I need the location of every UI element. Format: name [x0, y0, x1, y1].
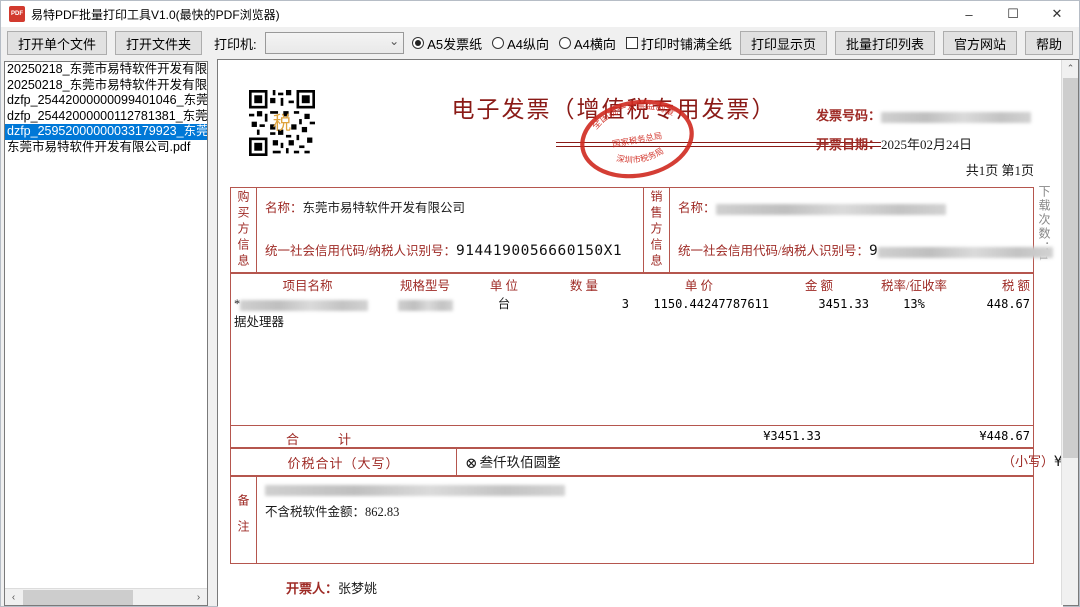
radio-a4-portrait-icon [492, 37, 504, 49]
table-row: * 台 3 1150.44247787611 3451.33 13% 448.6… [231, 295, 1033, 313]
maximize-button[interactable]: ☐ [991, 1, 1035, 27]
tax-bureau-stamp: 全国统一发票监制章 国家税务总局 深圳市税务局 [576, 96, 698, 182]
radio-a4-landscape-icon [559, 37, 571, 49]
invoice-page: 税 电子发票（增值税专用发票） 全国统一发票监制章 国家税务总局 深圳市税务局 … [218, 60, 1063, 607]
minimize-button[interactable]: – [947, 1, 991, 27]
paper-options: A5发票纸 A4纵向 A4横向 打印时铺满全纸 [412, 34, 732, 53]
scrollbar-thumb[interactable] [1063, 78, 1078, 458]
redacted-seller-taxid [878, 247, 1053, 258]
open-folder-button[interactable]: 打开文件夹 [115, 31, 202, 55]
list-item[interactable]: 20250218_东莞市易特软件开发有限 [5, 62, 207, 78]
buyer-section-label: 购买方信息 [231, 188, 257, 272]
svg-text:国家税务总局: 国家税务总局 [611, 130, 662, 149]
help-button[interactable]: 帮助 [1025, 31, 1073, 55]
table-header-row: 项目名称 规格型号 单 位 数 量 单 价 金 额 税率/征收率 税 额 [231, 277, 1033, 295]
radio-a5[interactable]: A5发票纸 [412, 34, 482, 53]
list-item-selected[interactable]: dzfp_25952000000033179923_东莞 [5, 124, 207, 140]
qr-center-char: 税 [273, 114, 291, 134]
batch-print-list-button[interactable]: 批量打印列表 [835, 31, 935, 55]
remarks-content: 不含税软件金额：862.83 [257, 477, 1033, 563]
radio-a4-portrait[interactable]: A4纵向 [492, 34, 549, 53]
items-table: 项目名称 规格型号 单 位 数 量 单 价 金 额 税率/征收率 税 额 * 台… [230, 273, 1034, 448]
printer-label: 打印机: [214, 34, 257, 53]
buyer-info: 名称：东莞市易特软件开发有限公司 统一社会信用代码/纳税人识别号：9144190… [257, 188, 643, 272]
remarks-section-label: 备注 [231, 477, 257, 563]
file-list-panel: 20250218_东莞市易特软件开发有限 20250218_东莞市易特软件开发有… [4, 61, 208, 606]
invoice-date-line: 开票日期：2025年02月24日 [816, 134, 972, 153]
page-info: 共1页 第1页 [858, 160, 1034, 179]
banknote-icon: ⊗ [465, 456, 478, 472]
svg-text:深圳市税务局: 深圳市税务局 [614, 146, 666, 168]
grand-total-row: 价税合计（大写） ⊗叁仟玖佰圆整 （小写）¥3900.00 [230, 448, 1034, 476]
scrollbar-thumb[interactable] [23, 590, 133, 605]
list-item[interactable]: 20250218_东莞市易特软件开发有限 [5, 78, 207, 94]
app-icon: PDF [9, 6, 25, 22]
fill-paper-checkbox-icon [626, 37, 638, 49]
redacted-item-name [240, 300, 368, 311]
radio-a4-landscape-label: A4横向 [574, 34, 616, 53]
table-row-continuation: 据处理器 [231, 313, 1033, 331]
table-total-row: 合 计 ¥3451.33 ¥448.67 [231, 425, 1033, 447]
scroll-left-icon[interactable]: ‹ [5, 589, 22, 606]
redacted-seller-name [716, 204, 946, 215]
scroll-right-icon[interactable]: › [190, 589, 207, 606]
horizontal-scrollbar[interactable]: ‹ › [5, 588, 207, 605]
pdf-preview-pane: 税 电子发票（增值税专用发票） 全国统一发票监制章 国家税务总局 深圳市税务局 … [217, 59, 1079, 606]
toolbar: 打开单个文件 打开文件夹 打印机: ⌄ A5发票纸 A4纵向 A4横向 打印时铺… [1, 27, 1079, 59]
list-item[interactable]: 东莞市易特软件开发有限公司.pdf [5, 140, 207, 156]
radio-a5-label: A5发票纸 [427, 34, 482, 53]
redacted-remark-line [265, 485, 565, 496]
party-info-box: 购买方信息 名称：东莞市易特软件开发有限公司 统一社会信用代码/纳税人识别号：9… [230, 187, 1034, 273]
redacted-item-spec [398, 300, 453, 311]
titlebar: PDF 易特PDF批量打印工具V1.0(最快的PDF浏览器) – ☐ ✕ [1, 1, 1079, 27]
window-controls: – ☐ ✕ [947, 1, 1079, 27]
printer-select[interactable]: ⌄ [265, 32, 405, 54]
radio-a4-portrait-label: A4纵向 [507, 34, 549, 53]
fill-paper-checkbox-label: 打印时铺满全纸 [641, 34, 732, 53]
issuer-line: 开票人：张梦姚 [286, 578, 377, 597]
radio-a5-icon [412, 37, 424, 49]
official-website-button[interactable]: 官方网站 [943, 31, 1017, 55]
radio-a4-landscape[interactable]: A4横向 [559, 34, 616, 53]
list-item[interactable]: dzfp_25442000000112781381_东莞 [5, 109, 207, 125]
list-item[interactable]: dzfp_25442000000099401046_东莞 [5, 93, 207, 109]
chevron-down-icon: ⌄ [389, 34, 399, 48]
scroll-up-icon[interactable]: ⌃ [1062, 60, 1079, 77]
redacted-invoice-number [881, 112, 1031, 123]
close-button[interactable]: ✕ [1035, 1, 1079, 27]
remarks-box: 备注 不含税软件金额：862.83 [230, 476, 1034, 564]
vertical-scrollbar[interactable]: ⌃ [1061, 60, 1078, 605]
seller-section-label: 销售方信息 [644, 188, 670, 272]
fill-paper-checkbox[interactable]: 打印时铺满全纸 [626, 34, 732, 53]
invoice-number-line: 发票号码： [816, 105, 1031, 124]
open-single-file-button[interactable]: 打开单个文件 [7, 31, 107, 55]
qr-code: 税 [249, 90, 315, 156]
print-current-page-button[interactable]: 打印显示页 [740, 31, 827, 55]
seller-info: 名称： 统一社会信用代码/纳税人识别号：9 [670, 188, 1033, 272]
window-title: 易特PDF批量打印工具V1.0(最快的PDF浏览器) [31, 6, 280, 23]
